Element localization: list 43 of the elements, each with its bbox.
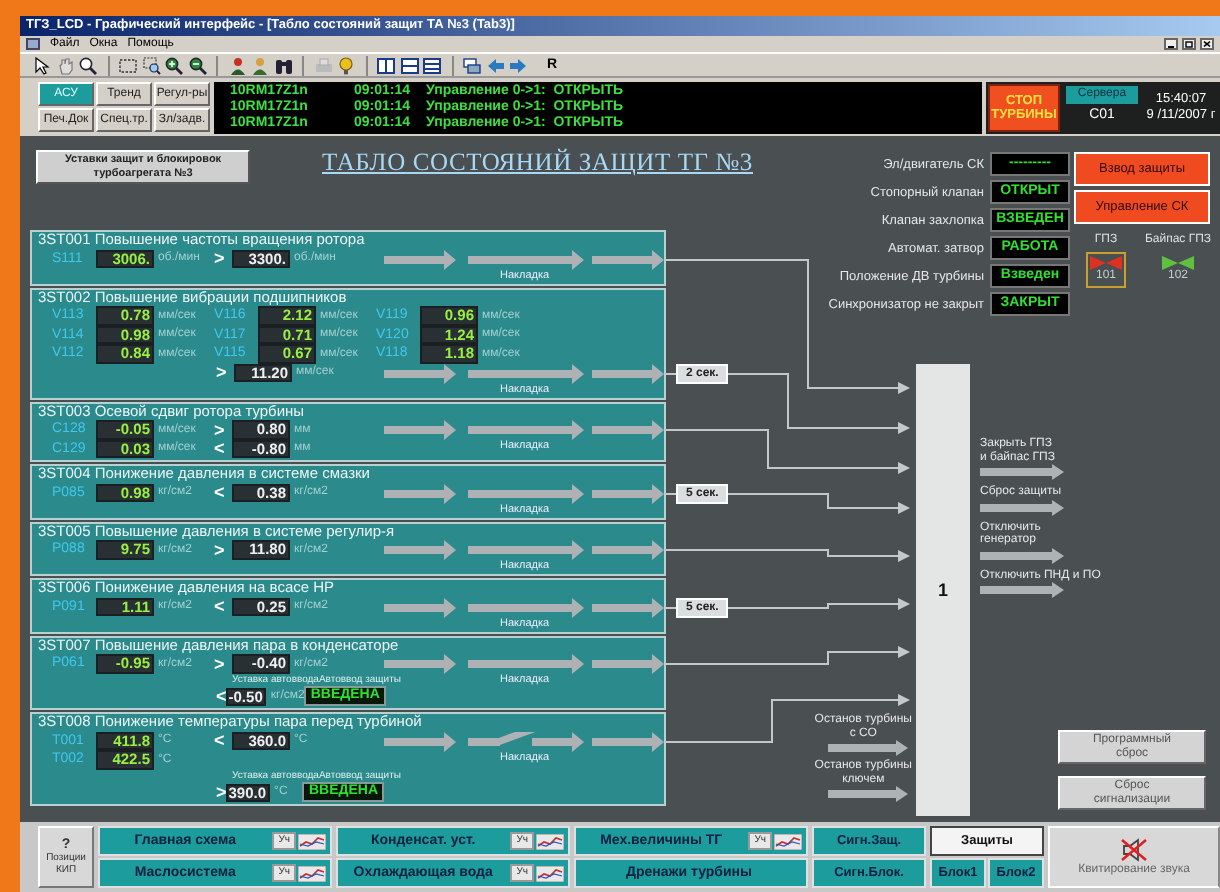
- zoom-in-icon[interactable]: [164, 55, 184, 75]
- user-icon[interactable]: [227, 55, 247, 75]
- binoculars-icon[interactable]: [273, 55, 293, 75]
- chat-icon[interactable]: [462, 55, 482, 75]
- trend-icon[interactable]: [774, 833, 802, 849]
- comparison-sign: <: [214, 440, 227, 457]
- comparison-sign: >: [214, 655, 227, 672]
- trend-icon[interactable]: [536, 833, 564, 849]
- trend-icon[interactable]: [298, 865, 326, 881]
- comparison-sign: >: [216, 784, 227, 801]
- or-gate-block: 1: [916, 364, 970, 816]
- layout-icon[interactable]: [422, 55, 442, 75]
- screen-title: ТАБЛО СОСТОЯНИЙ ЗАЩИТ ТГ №3: [322, 148, 753, 178]
- trend-icon[interactable]: [536, 865, 564, 881]
- comparison-sign: >: [214, 250, 227, 267]
- pointer-icon[interactable]: [32, 55, 52, 75]
- search-icon[interactable]: [78, 55, 98, 75]
- comparison-sign: <: [216, 688, 227, 705]
- comparison-sign: <: [214, 598, 227, 615]
- arrow-icon: [828, 786, 908, 802]
- comparison-sign: >: [214, 541, 227, 558]
- arrow-icon: [980, 499, 1064, 515]
- trend-icon[interactable]: [298, 833, 326, 849]
- arrow-icon: [828, 740, 908, 756]
- minimize-icon[interactable]: [1164, 38, 1178, 50]
- comparison-sign: <: [214, 732, 227, 749]
- arrow-icon: [980, 582, 1064, 598]
- layout-icon[interactable]: [399, 55, 419, 75]
- zoom-fit-icon[interactable]: [141, 55, 161, 75]
- comparison-sign: <: [214, 484, 227, 501]
- arrow-icon: [980, 464, 1064, 480]
- comparison-sign: >: [216, 364, 229, 381]
- app-icon[interactable]: [26, 38, 40, 50]
- user-icon[interactable]: [250, 55, 270, 75]
- restore-icon[interactable]: [1182, 38, 1196, 50]
- selection-icon[interactable]: [118, 55, 138, 75]
- layout-icon[interactable]: [376, 55, 396, 75]
- zoom-out-icon[interactable]: [187, 55, 207, 75]
- close-icon[interactable]: [1200, 38, 1214, 50]
- arrow-icon: [980, 547, 1064, 563]
- comparison-sign: >: [214, 421, 227, 438]
- forward-arrow-icon[interactable]: [508, 55, 528, 75]
- mute-icon: [1120, 838, 1148, 862]
